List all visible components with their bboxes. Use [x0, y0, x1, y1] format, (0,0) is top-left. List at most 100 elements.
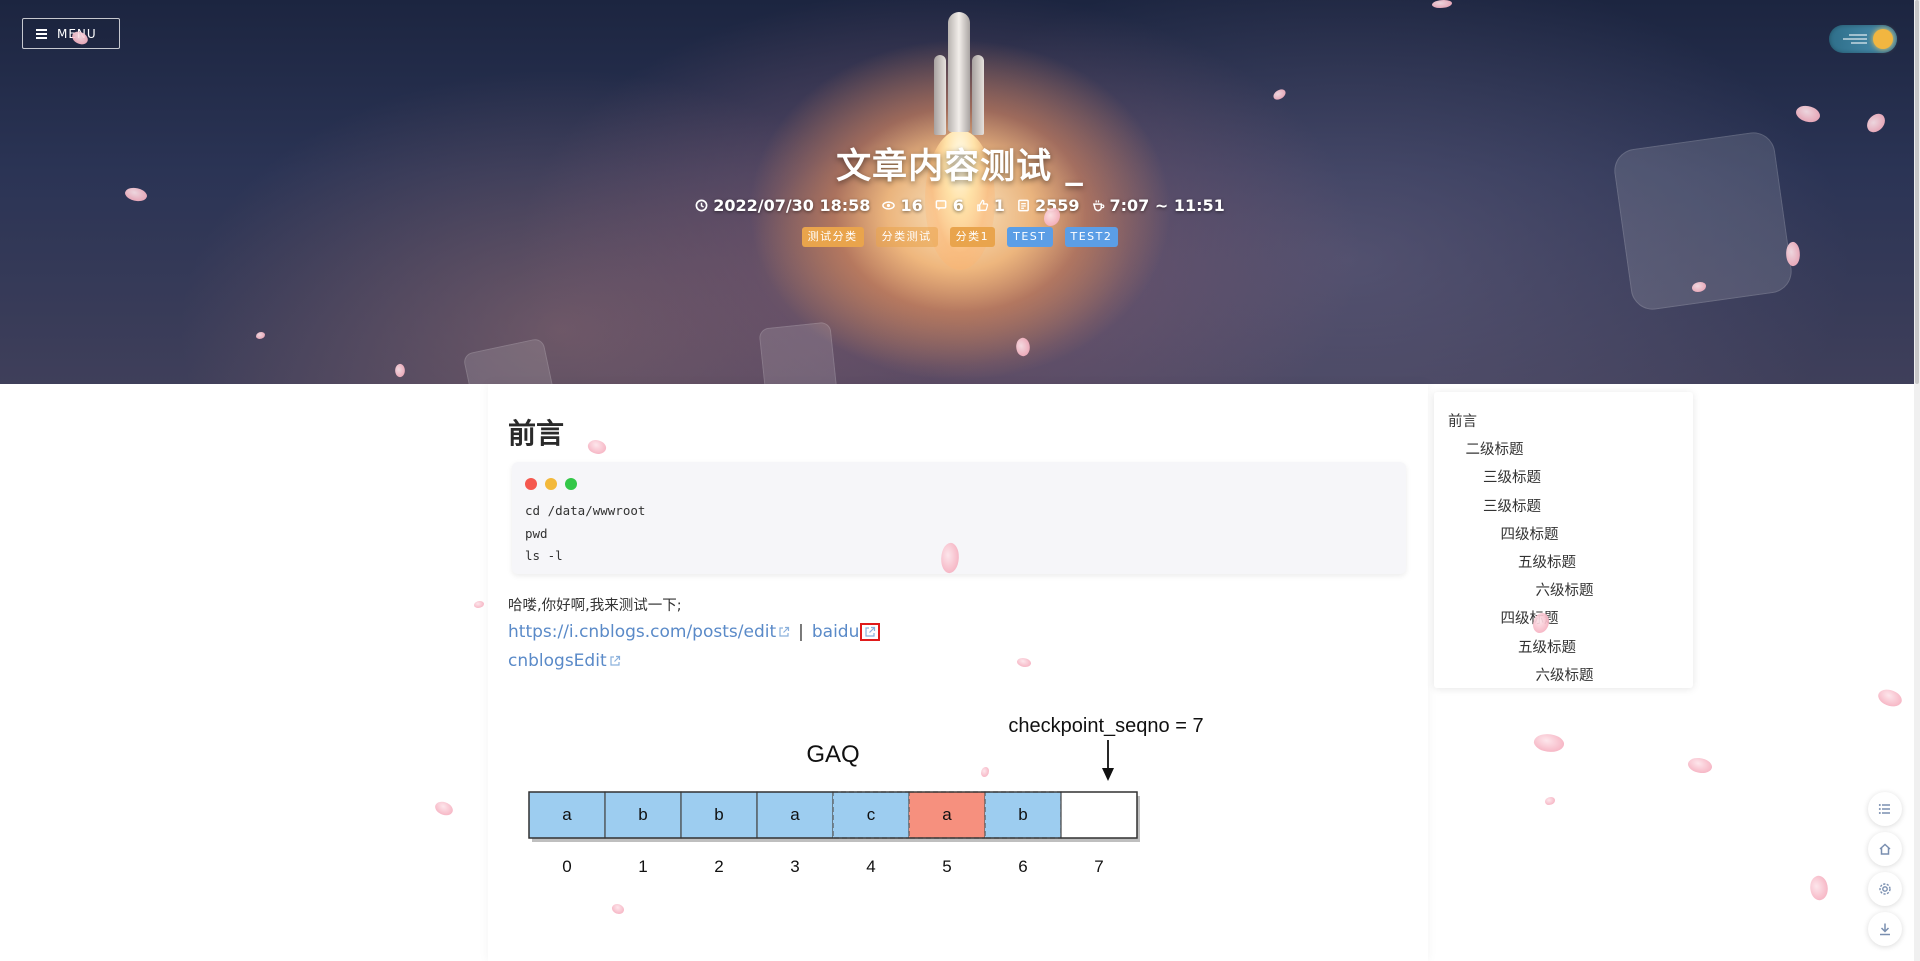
settings-button[interactable] [1868, 872, 1902, 906]
link-separator: | [798, 622, 804, 642]
code-line: pwd [525, 525, 548, 541]
meta-likes: 1 [976, 196, 1005, 215]
tag-badge[interactable]: TEST2 [1064, 227, 1119, 247]
window-dot-yellow [545, 478, 557, 490]
meta-comments-text: 6 [952, 196, 964, 215]
gear-icon [1879, 883, 1891, 895]
section-heading: 前言 [508, 417, 565, 450]
toc-item[interactable]: 三级标题 [1483, 466, 1541, 487]
sakura-petal [1532, 730, 1566, 756]
code-line: ls -l [525, 548, 563, 563]
theme-toggle[interactable] [1829, 25, 1897, 53]
array-cell-value: c [867, 805, 876, 824]
hero-banner: 文章内容测试 _ 2022/07/30 18:58 16 6 1 2559 7:… [0, 0, 1920, 384]
array-cell-value: b [714, 805, 723, 824]
home-button[interactable] [1868, 832, 1902, 866]
toc-item[interactable]: 三级标题 [1483, 495, 1541, 516]
diagram-title: GAQ [806, 741, 859, 768]
decorative-shape [758, 321, 838, 384]
cnblogs-link[interactable]: https://i.cnblogs.com/posts/edit [508, 622, 776, 642]
scrollbar-thumb[interactable] [1915, 0, 1919, 384]
array-index-label: 2 [714, 857, 723, 876]
window-dot-red [525, 478, 537, 490]
rocket-image [948, 12, 970, 132]
gaq-diagram: GAQ checkpoint_seqno = 7 a 0 b 1 b 2 a 3 c 4 a 5 b 6 7 [528, 715, 1204, 876]
category-tag[interactable]: 测试分类 [801, 227, 864, 247]
links-row: cnblogsEdit [508, 651, 621, 671]
meta-read-time-text: 7:07 ~ 11:51 [1109, 196, 1225, 215]
meta-views-text: 16 [900, 196, 923, 215]
menu-button[interactable]: MENU [22, 18, 120, 49]
speed-lines-icon [1843, 34, 1867, 44]
rocket-booster [934, 55, 946, 135]
article-card: 前言 cd /data/wwwroot pwd ls -l 哈喽,你好啊,我来测… [488, 384, 1428, 961]
toc-toggle-button[interactable] [1868, 792, 1902, 826]
tag-badge[interactable]: TEST [1007, 227, 1053, 247]
array-cell-value: b [1018, 805, 1027, 824]
decorative-shape [462, 337, 560, 384]
category-tag[interactable]: 分类1 [949, 227, 996, 247]
thumb-icon [977, 199, 989, 212]
sun-icon [1873, 29, 1893, 49]
array-index-label: 1 [638, 857, 647, 876]
sakura-petal [1806, 873, 1832, 903]
array-index-label: 5 [942, 857, 951, 876]
array-cell-value: a [562, 805, 572, 824]
code-content[interactable]: cd /data/wwwroot pwd ls -l [525, 500, 645, 568]
external-link-icon [610, 655, 620, 666]
toc-item[interactable]: 六级标题 [1536, 579, 1594, 600]
clock-icon [695, 199, 708, 212]
highlighted-external-link[interactable] [860, 623, 881, 641]
baidu-link[interactable]: baidu [812, 622, 860, 642]
cnblogs-edit-link[interactable]: cnblogsEdit [508, 651, 607, 671]
coffee-icon [1092, 200, 1104, 212]
category-tag[interactable]: 分类测试 [875, 227, 938, 247]
array-index-label: 6 [1018, 857, 1027, 876]
toc-item[interactable]: 五级标题 [1518, 551, 1576, 572]
post-title: 文章内容测试 _ [836, 147, 1084, 187]
meta-comments: 6 [935, 196, 964, 215]
meta-date: 2022/07/30 18:58 [695, 196, 870, 215]
toc-item[interactable]: 前言 [1448, 410, 1477, 431]
meta-likes-text: 1 [993, 196, 1005, 215]
download-icon [1880, 923, 1890, 936]
post-meta: 2022/07/30 18:58 16 6 1 2559 7:07 ~ 11:5… [0, 196, 1920, 215]
toc-item[interactable]: 五级标题 [1518, 636, 1576, 657]
code-block: cd /data/wwwroot pwd ls -l [512, 462, 1406, 574]
toc-item[interactable]: 六级标题 [1536, 664, 1594, 685]
pointer-label: checkpoint_seqno = 7 [1008, 715, 1203, 737]
sakura-petal [1686, 754, 1714, 777]
download-button[interactable] [1868, 912, 1902, 946]
external-link-icon [779, 626, 790, 637]
array-index-label: 3 [790, 857, 799, 876]
document-icon [1018, 199, 1029, 212]
toc-item[interactable]: 二级标题 [1466, 438, 1524, 459]
meta-read-time: 7:07 ~ 11:51 [1092, 196, 1225, 215]
hamburger-icon [36, 29, 47, 39]
meta-date-text: 2022/07/30 18:58 [713, 196, 871, 215]
toc-item[interactable]: 四级标题 [1501, 523, 1559, 544]
sakura-petal [474, 601, 484, 608]
array-index-label: 0 [562, 857, 571, 876]
sakura-petal [1875, 685, 1905, 711]
table-of-contents: 前言 二级标题 三级标题 三级标题 四级标题 五级标题 六级标题 四级标题 五级标题 六级标题 [1434, 392, 1693, 688]
external-link-icon [865, 626, 876, 637]
paragraph: 哈喽,你好啊,我来测试一下; [508, 598, 682, 614]
sakura-petal [432, 798, 456, 819]
rocket-booster [972, 55, 984, 135]
meta-views: 16 [882, 196, 923, 215]
array-cell-value: a [942, 805, 952, 824]
list-icon [1878, 804, 1890, 814]
code-line: cd /data/wwwroot [525, 503, 646, 518]
comment-icon [935, 200, 947, 211]
home-icon [1879, 843, 1891, 855]
window-dot-green [565, 478, 577, 490]
eye-icon [882, 201, 896, 210]
post-tags: 测试分类 分类测试 分类1 TEST TEST2 [0, 227, 1920, 247]
links-row: https://i.cnblogs.com/posts/edit | baidu [508, 622, 881, 642]
array-cell [1060, 791, 1138, 839]
array-cell-value: a [790, 805, 800, 824]
pointer-arrow [1102, 740, 1114, 781]
toc-item[interactable]: 四级标题 [1501, 607, 1559, 628]
array-index-label: 4 [866, 857, 875, 876]
